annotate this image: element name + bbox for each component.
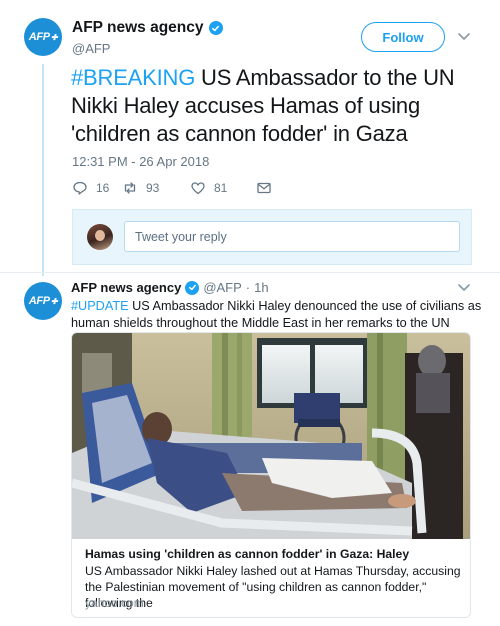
retweet-icon [124, 182, 136, 194]
like-count: 81 [214, 181, 228, 195]
reply-icon [73, 181, 87, 195]
verified-badge-icon [185, 280, 200, 295]
retweet-count: 93 [146, 181, 160, 195]
author-name[interactable]: AFP news agency [72, 19, 204, 37]
chevron-down-icon[interactable] [456, 32, 472, 42]
chevron-down-icon[interactable] [456, 283, 472, 293]
quoted-tweet-header: AFP news agency @AFP · 1h [71, 280, 269, 295]
reply-button[interactable]: 16 [72, 180, 112, 196]
author-handle[interactable]: @AFP [72, 41, 110, 56]
tweet-divider [0, 272, 500, 273]
hashtag-link[interactable]: #BREAKING [71, 65, 195, 90]
card-title[interactable]: Hamas using 'children as cannon fodder' … [85, 547, 409, 561]
quoted-tweet-age[interactable]: 1h [254, 280, 268, 295]
reply-count: 16 [96, 181, 110, 195]
avatar-logo-text: AFP [28, 295, 50, 307]
verified-badge-icon [208, 21, 223, 35]
quoted-author-avatar[interactable]: AFP ✚ [24, 282, 62, 320]
quoted-author-handle[interactable]: @AFP [203, 280, 241, 295]
author-name-row[interactable]: AFP news agency [72, 19, 223, 37]
reply-input[interactable]: Tweet your reply [124, 221, 460, 252]
tweet-timestamp[interactable]: 12:31 PM - 26 Apr 2018 [72, 154, 209, 169]
avatar-logo-text: AFP [28, 31, 50, 43]
like-icon [191, 182, 205, 195]
direct-message-icon [257, 182, 271, 194]
author-avatar[interactable]: AFP ✚ [24, 18, 62, 56]
retweet-button[interactable]: 93 [122, 180, 182, 196]
card-domain: yahoo.com [85, 596, 144, 610]
direct-message-button[interactable] [256, 180, 272, 196]
tweet-text: #BREAKING US Ambassador to the UN Nikki … [71, 64, 486, 148]
reply-composer: Tweet your reply [72, 209, 472, 265]
current-user-avatar[interactable] [87, 224, 113, 250]
quoted-author-name[interactable]: AFP news agency [71, 280, 181, 295]
card-photo [72, 333, 470, 539]
follow-button[interactable]: Follow [361, 22, 445, 52]
like-button[interactable]: 81 [190, 180, 250, 196]
thread-connector-line [42, 64, 44, 276]
link-card[interactable]: Hamas using 'children as cannon fodder' … [71, 332, 471, 618]
hashtag-link[interactable]: #UPDATE [71, 299, 129, 313]
meta-separator: · [245, 280, 251, 295]
tweet-actions: 16 93 81 [72, 180, 272, 196]
